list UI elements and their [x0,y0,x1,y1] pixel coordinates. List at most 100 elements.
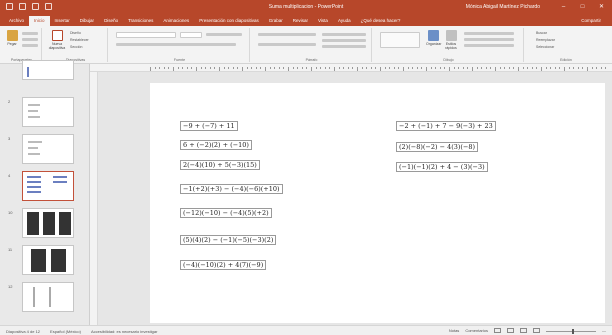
tab-slideshow[interactable]: Presentación con diapositivas [194,16,264,26]
maximize-button[interactable]: □ [578,3,587,11]
arrange-button[interactable]: Organizar [426,30,441,50]
share-button[interactable]: Compartir [576,16,606,26]
thumbnail-11[interactable]: 11 [0,245,90,275]
thumbnail-12[interactable]: 12 [0,282,90,312]
slide-thumbnail[interactable] [22,97,74,127]
quick-styles-label: Estilos rápidos [445,42,457,50]
slide-thumbnail[interactable] [22,134,74,164]
slide[interactable]: −9 + (−7) + 11 6 + (−2)(2) + (−10) 2(−4)… [150,83,605,323]
tab-design[interactable]: Diseño [99,16,123,26]
thumb-content [28,153,40,155]
slide-thumbnail-selected[interactable] [22,171,74,201]
ruler-tick [554,67,556,69]
close-button[interactable]: ✕ [597,3,606,11]
font-family-select[interactable] [116,32,176,38]
editing-group: Buscar Reemplazar Seleccionar Edición [526,28,606,62]
tab-help[interactable]: Ayuda [333,16,356,26]
thumbnail-number: 12 [8,284,13,289]
expression-box[interactable]: 2(−4)(10) + 5(−3)(15) [180,160,260,170]
slide-sorter-icon[interactable] [507,328,514,333]
format-painter-button[interactable] [22,44,38,47]
slide-thumbnail[interactable] [22,60,74,80]
shape-outline-button[interactable] [464,38,514,41]
slide-thumbnail[interactable] [22,282,74,312]
thumbnail-2[interactable]: 2 [0,97,90,127]
ruler-tick [577,67,579,69]
tab-transitions[interactable]: Transiciones [123,16,158,26]
shape-fill-button[interactable] [464,32,514,35]
section-button[interactable]: Sección [70,45,82,49]
shape-effects-button[interactable] [464,44,514,47]
expression-box[interactable]: (−12)(−10) − (−4)(5)(+2) [180,208,272,218]
new-slide-button[interactable]: Nueva diapositiva [48,30,66,50]
copy-button[interactable] [22,38,38,41]
text-direction-button[interactable] [322,33,366,36]
align-text-button[interactable] [322,39,366,42]
shapes-gallery[interactable] [380,32,420,48]
thumbnail-1[interactable] [0,60,90,94]
find-button[interactable]: Buscar [536,31,547,35]
font-format-buttons[interactable] [116,43,236,46]
ruler-tick [186,67,188,69]
comments-button[interactable]: Comentarios [465,328,488,333]
user-name[interactable]: Mónica Abigail Martínez Pichardo [466,4,540,10]
ruler-tick [154,67,156,69]
notes-button[interactable]: Notas [449,328,459,333]
tab-animations[interactable]: Animaciones [158,16,194,26]
ribbon-tabs: Archivo Inicio Insertar Dibujar Diseño T… [0,15,612,26]
paragraph-group-label: Párrafo [305,58,318,62]
layout-button[interactable]: Diseño [70,31,81,35]
quick-styles-button[interactable]: Estilos rápidos [444,30,458,50]
ruler-tick [485,67,487,69]
zoom-level[interactable]: — [602,328,606,333]
align-buttons[interactable] [258,43,316,46]
slide-thumbnail[interactable] [22,245,74,275]
expression-box[interactable]: −1(+2)(+3) − (−4)(−6)(+10) [180,184,283,194]
new-slide-icon [51,30,63,41]
tell-me-search[interactable]: ¿Qué desea hacer? [356,16,406,26]
list-buttons[interactable] [258,33,316,36]
tab-view[interactable]: Vista [313,16,333,26]
font-size-select[interactable] [180,32,202,38]
ruler-tick [159,67,161,69]
cut-button[interactable] [22,32,38,35]
ruler-tick [564,67,565,71]
font-size-buttons[interactable] [206,33,242,36]
ruler-tick [384,67,386,69]
ruler-tick [536,67,538,69]
language-indicator[interactable]: Español (México) [50,329,81,334]
select-button[interactable]: Seleccionar [536,45,554,49]
paste-button[interactable]: Pegar [5,30,19,50]
accessibility-status[interactable]: Accesibilidad: es necesario investigar [91,329,157,334]
tab-home[interactable]: Inicio [29,16,50,26]
tab-insert[interactable]: Insertar [50,16,75,26]
expression-box[interactable]: (−1)(−1)(2) + 4 − (3)(−3) [396,162,488,172]
thumb-content [53,176,67,178]
slideshow-icon[interactable] [533,328,540,333]
expression-box[interactable]: −2 + (−1) + 7 − 9(−3) + 23 [396,121,496,131]
reset-button[interactable]: Restablecer [70,38,89,42]
tab-draw[interactable]: Dibujar [75,16,99,26]
minimize-button[interactable]: – [559,3,568,11]
slide-thumbnail[interactable] [22,208,74,238]
thumbnail-4[interactable]: 4 [0,171,90,201]
replace-button[interactable]: Reemplazar [536,38,555,42]
tab-file[interactable]: Archivo [4,16,29,26]
normal-view-icon[interactable] [494,328,501,333]
smartart-button[interactable] [322,45,366,48]
tab-review[interactable]: Revisar [288,16,313,26]
expression-box[interactable]: (−4)(−10)(2) + 4(7)(−9) [180,260,267,270]
expression-box[interactable]: −9 + (−7) + 11 [180,121,238,131]
expression-box[interactable]: 6 + (−2)(2) + (−10) [180,140,252,150]
thumbnail-3[interactable]: 3 [0,134,90,164]
expression-box[interactable]: (5)(4)(2) − (−1)(−5)(−3)(2) [180,235,277,245]
thumbnail-10[interactable]: 10 [0,208,90,238]
ruler-tick [596,67,598,69]
tab-record[interactable]: Grabar [264,16,288,26]
zoom-slider-knob[interactable] [572,329,574,334]
reading-view-icon[interactable] [520,328,527,333]
expression-box[interactable]: (2)(−8)(−2) − 4(3)(−8) [396,142,479,152]
paste-label: Pegar [7,42,17,46]
zoom-slider[interactable] [546,329,596,334]
ruler-tick [361,67,363,69]
